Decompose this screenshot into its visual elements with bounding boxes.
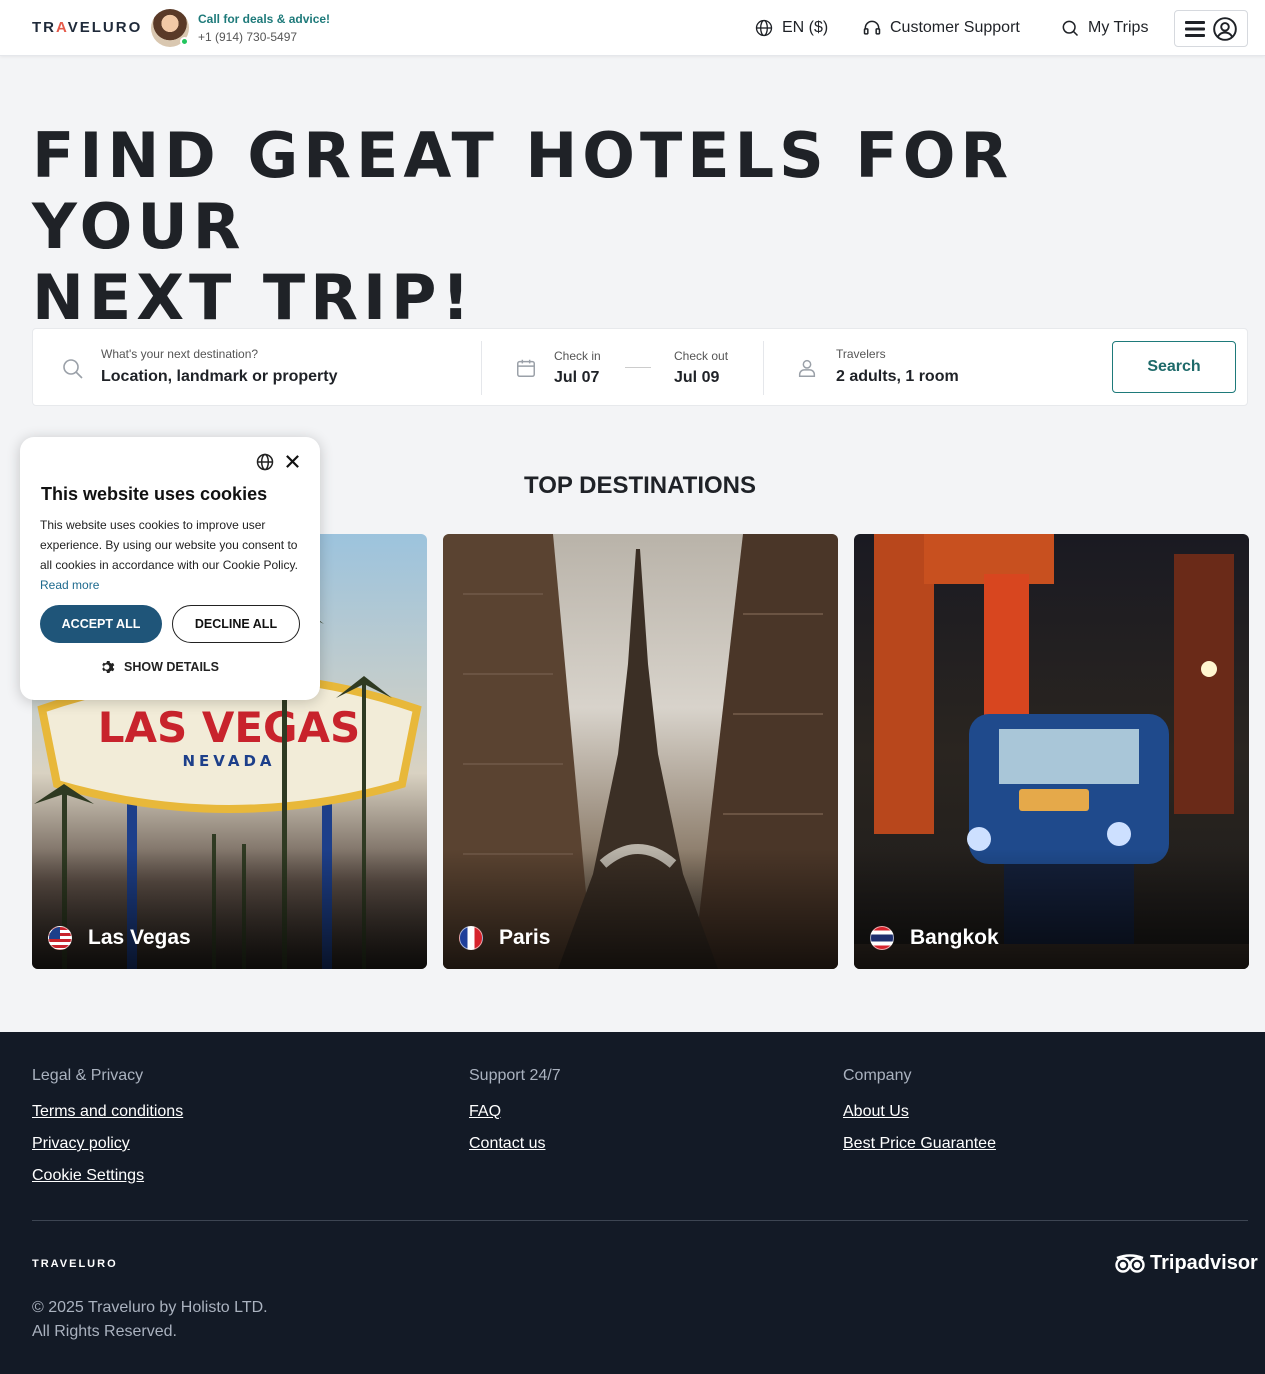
footer-legal-heading: Legal & Privacy <box>32 1067 144 1084</box>
cookie-body: This website uses cookies to improve use… <box>40 515 302 595</box>
customer-support-label: Customer Support <box>890 19 1020 36</box>
online-status-dot <box>180 37 189 46</box>
divider <box>763 341 764 395</box>
checkout-label: Check out <box>674 349 729 363</box>
svg-text:NEVADA: NEVADA <box>182 752 275 770</box>
close-icon[interactable] <box>285 454 300 469</box>
my-trips-link[interactable]: My Trips <box>1060 18 1148 38</box>
best-price-guarantee-link[interactable]: Best Price Guarantee <box>843 1135 996 1153</box>
copyright-line-2: All Rights Reserved. <box>32 1323 177 1340</box>
th-flag-icon <box>870 926 894 950</box>
divider <box>481 341 482 395</box>
hero-title-line-1: FIND GREAT HOTELS FOR YOUR <box>32 119 1014 263</box>
destination-input[interactable]: Location, landmark or property <box>101 368 337 386</box>
us-flag-icon <box>48 926 72 950</box>
travelers-selector[interactable]: 2 adults, 1 room <box>836 368 959 386</box>
about-us-link[interactable]: About Us <box>843 1103 909 1121</box>
globe-icon <box>755 19 773 37</box>
card-shade <box>32 849 427 969</box>
user-menu-button[interactable] <box>1174 10 1248 47</box>
tripadvisor-owl-icon <box>1115 1253 1145 1273</box>
destination-city-label: Paris <box>499 926 551 949</box>
user-icon <box>1213 16 1237 41</box>
checkin-date[interactable]: Jul 07 <box>554 369 599 387</box>
traveluro-logo[interactable]: TRAVELURO <box>32 19 142 36</box>
read-more-link[interactable]: Read more <box>40 578 99 592</box>
hero-title: FIND GREAT HOTELS FOR YOUR NEXT TRIP! <box>32 120 1242 333</box>
hero-title-line-2: NEXT TRIP! <box>32 261 475 334</box>
cookie-title: This website uses cookies <box>41 484 268 504</box>
tripadvisor-badge[interactable]: Tripadvisor <box>1114 1252 1258 1275</box>
gear-icon <box>102 661 115 673</box>
travelers-label: Travelers <box>836 347 886 361</box>
headset-icon <box>863 20 881 35</box>
card-shade <box>854 849 1249 969</box>
search-button[interactable]: Search <box>1112 341 1236 393</box>
my-trips-label: My Trips <box>1088 19 1149 36</box>
destination-city-label: Las Vegas <box>88 926 191 949</box>
language-globe-icon[interactable] <box>255 452 275 472</box>
calendar-icon <box>517 359 535 377</box>
search-icon <box>63 359 83 379</box>
faq-link[interactable]: FAQ <box>469 1103 501 1121</box>
card-shade <box>443 849 838 969</box>
fr-flag-icon <box>459 926 483 950</box>
contact-us-link[interactable]: Contact us <box>469 1135 545 1153</box>
cookie-settings-link[interactable]: Cookie Settings <box>32 1167 144 1185</box>
footer-company-heading: Company <box>843 1067 912 1084</box>
footer-support-heading: Support 24/7 <box>469 1067 561 1084</box>
language-label: EN ($) <box>782 19 829 36</box>
destination-card-paris[interactable]: Paris <box>443 534 838 969</box>
footer-logo[interactable]: TRAVELURO <box>32 1258 118 1270</box>
decline-all-button[interactable]: DECLINE ALL <box>172 605 300 643</box>
terms-link[interactable]: Terms and conditions <box>32 1103 183 1121</box>
checkin-label: Check in <box>554 349 601 363</box>
date-range-dash <box>625 367 651 368</box>
footer-divider <box>32 1220 1248 1221</box>
accept-all-button[interactable]: ACCEPT ALL <box>40 605 162 643</box>
destination-city-label: Bangkok <box>910 926 999 949</box>
person-icon <box>798 359 816 377</box>
phone-number[interactable]: +1 (914) 730-5497 <box>198 30 297 44</box>
cookie-consent-dialog: This website uses cookies This website u… <box>20 437 320 700</box>
checkout-date[interactable]: Jul 09 <box>674 369 719 387</box>
site-footer: Legal & Privacy Terms and conditions Pri… <box>0 1032 1265 1374</box>
tripadvisor-label: Tripadvisor <box>1150 1252 1258 1274</box>
customer-support-link[interactable]: Customer Support <box>862 18 1020 38</box>
search-icon <box>1062 20 1079 37</box>
hamburger-icon <box>1185 20 1205 37</box>
deals-text: Call for deals & advice! <box>198 12 331 26</box>
hotel-search-bar: What's your next destination? Location, … <box>32 328 1248 406</box>
destination-label: What's your next destination? <box>101 347 259 361</box>
show-details-button[interactable]: SHOW DETAILS <box>100 659 219 675</box>
svg-text:LAS VEGAS: LAS VEGAS <box>98 703 361 752</box>
destination-card-bangkok[interactable]: Bangkok <box>854 534 1249 969</box>
copyright: © 2025 Traveluro by Holisto LTD. All Rig… <box>32 1296 268 1344</box>
privacy-policy-link[interactable]: Privacy policy <box>32 1135 130 1153</box>
cookie-body-text: This website uses cookies to improve use… <box>40 518 298 572</box>
site-header: TRAVELURO Call for deals & advice! +1 (9… <box>0 0 1265 56</box>
show-details-label: SHOW DETAILS <box>124 660 219 674</box>
language-selector[interactable]: EN ($) <box>754 18 828 38</box>
copyright-line-1: © 2025 Traveluro by Holisto LTD. <box>32 1299 268 1316</box>
